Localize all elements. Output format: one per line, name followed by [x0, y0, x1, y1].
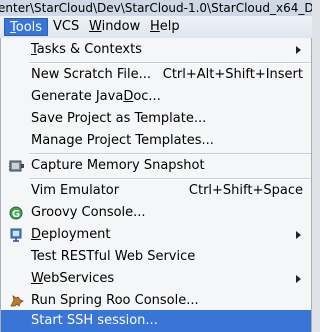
menu-item-start-ssh-session[interactable]: Start SSH session...: [1, 310, 311, 332]
menu-item-webservices[interactable]: WebServices: [1, 268, 311, 290]
menu-item-save-project-template[interactable]: Save Project as Template...: [1, 108, 311, 130]
menu-item-label: Groovy Console...: [31, 205, 146, 220]
menu-item-tasks-contexts[interactable]: Tasks & Contexts: [1, 39, 311, 61]
menu-window[interactable]: Window: [84, 18, 145, 36]
path-title-text: enter\StarCloud\Dev\StarCloud-1.0\StarCl…: [0, 1, 312, 15]
menu-item-label: Save Project as Template...: [31, 111, 207, 126]
submenu-arrow-icon: [296, 46, 301, 54]
mnemonic: W: [31, 271, 44, 286]
menu-item-label: Vim Emulator: [31, 183, 120, 198]
menu-item-label: Start SSH session...: [31, 313, 158, 328]
menu-window-label: indow: [101, 19, 141, 34]
menu-item-label: Deployment: [31, 224, 111, 246]
svg-text:G: G: [12, 209, 20, 220]
menu-item-new-scratch-file[interactable]: New Scratch File... Ctrl+Alt+Shift+Inser…: [1, 64, 311, 86]
menu-item-capture-memory-snapshot[interactable]: Capture Memory Snapshot: [1, 155, 311, 177]
spring-roo-icon: [9, 294, 25, 308]
menu-item-label: Tasks & Contexts: [31, 39, 142, 61]
menu-vcs[interactable]: VCS: [48, 18, 84, 36]
menu-item-shortcut: Ctrl+Alt+Shift+Insert: [162, 67, 303, 82]
menu-item-groovy-console[interactable]: G Groovy Console...: [1, 202, 311, 224]
label-rest: eployment: [41, 227, 111, 242]
menu-item-label: Generate JavaDoc...: [31, 86, 161, 108]
menu-help-label: elp: [159, 19, 180, 34]
mnemonic: D: [31, 227, 42, 242]
menu-item-vim-emulator[interactable]: Vim Emulator Ctrl+Shift+Space: [1, 180, 311, 202]
menu-item-spring-roo[interactable]: Run Spring Roo Console...: [1, 290, 311, 312]
menu-tools[interactable]: Tools: [4, 18, 49, 36]
menu-vcs-label: VCS: [53, 19, 80, 34]
submenu-arrow-icon: [296, 231, 301, 239]
deployment-icon: [9, 228, 25, 242]
label-rest: oc...: [133, 89, 161, 104]
menu-tools-label: ools: [15, 20, 43, 35]
menu-help-mnemonic: H: [150, 19, 160, 34]
label-rest: ebServices: [43, 271, 115, 286]
mnemonic: D: [123, 89, 134, 104]
menu-item-label: WebServices: [31, 268, 114, 290]
menu-item-label: New Scratch File...: [31, 67, 151, 82]
menu-item-shortcut: Ctrl+Shift+Space: [188, 183, 303, 198]
menu-item-deployment[interactable]: Deployment: [1, 224, 311, 246]
menu-item-label: Capture Memory Snapshot: [31, 158, 205, 173]
groovy-icon: G: [9, 206, 25, 220]
window-path-title: enter\StarCloud\Dev\StarCloud-1.0\StarCl…: [0, 0, 312, 16]
menu-item-generate-javadoc[interactable]: Generate JavaDoc...: [1, 86, 311, 108]
submenu-arrow-icon: [296, 275, 301, 283]
tools-dropdown-menu: Tasks & Contexts New Scratch File... Ctr…: [0, 38, 312, 332]
menu-help[interactable]: Help: [145, 18, 185, 36]
menu-item-label: Test RESTful Web Service: [31, 249, 196, 264]
memory-snapshot-icon: [9, 159, 25, 173]
menu-item-label: Run Spring Roo Console...: [31, 293, 199, 308]
menu-item-manage-project-templates[interactable]: Manage Project Templates...: [1, 130, 311, 152]
menu-item-label: Manage Project Templates...: [31, 133, 214, 148]
label-rest: asks & Contexts: [36, 42, 142, 57]
label-pre: Generate Java: [31, 89, 124, 104]
menu-bar: Tools VCS Window Help: [0, 16, 312, 39]
menu-window-mnemonic: W: [89, 19, 102, 34]
menu-item-test-restful[interactable]: Test RESTful Web Service: [1, 246, 311, 268]
